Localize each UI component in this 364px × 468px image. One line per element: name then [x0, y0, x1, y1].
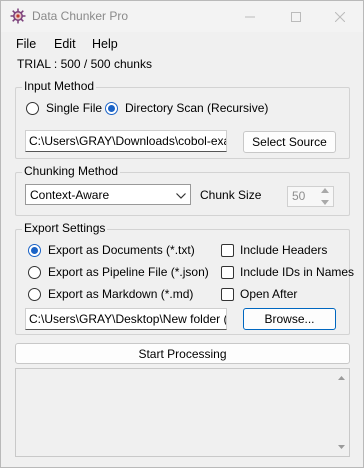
input-method-title: Input Method — [22, 79, 97, 93]
chunk-size-label: Chunk Size — [200, 188, 262, 202]
start-processing-button[interactable]: Start Processing — [15, 343, 350, 364]
export-documents-radio[interactable]: Export as Documents (*.txt) — [28, 243, 195, 257]
scroll-up-icon[interactable] — [334, 371, 349, 386]
chunking-method-group: Chunking Method Context-Aware Chunk Size… — [15, 164, 350, 216]
chunking-method-title: Chunking Method — [22, 164, 121, 178]
log-scrollbar[interactable] — [334, 369, 349, 456]
stepper-up-icon[interactable] — [321, 188, 329, 193]
chunk-size-value: 50 — [292, 189, 306, 203]
chunk-size-stepper[interactable]: 50 — [287, 186, 334, 207]
source-path-field[interactable]: C:\Users\GRAY\Downloads\cobol-examp — [25, 130, 227, 152]
open-after-label: Open After — [240, 287, 298, 301]
directory-scan-label: Directory Scan (Recursive) — [125, 101, 269, 115]
menu-bar: File Edit Help — [1, 34, 363, 54]
include-headers-checkbox[interactable]: Include Headers — [221, 243, 327, 257]
browse-button[interactable]: Browse... — [243, 308, 336, 330]
menu-file[interactable]: File — [16, 37, 36, 51]
title-bar[interactable]: Data Chunker Pro — [1, 1, 363, 32]
single-file-label: Single File — [46, 101, 103, 115]
export-markdown-radio-dot[interactable] — [28, 287, 41, 301]
export-documents-radio-dot[interactable] — [28, 243, 41, 257]
trial-status: TRIAL : 500 / 500 chunks — [17, 57, 152, 71]
main-window: Data Chunker Pro File Edit Help TRIAL : … — [0, 0, 364, 468]
input-method-group: Input Method Single File Directory Scan … — [15, 79, 350, 159]
menu-help[interactable]: Help — [92, 37, 118, 51]
chevron-down-icon — [176, 188, 186, 202]
stepper-down-icon[interactable] — [321, 200, 329, 205]
export-markdown-radio[interactable]: Export as Markdown (*.md) — [28, 287, 193, 301]
include-ids-checkbox[interactable]: Include IDs in Names — [221, 265, 354, 279]
include-headers-label: Include Headers — [240, 243, 328, 257]
chunking-method-value: Context-Aware — [30, 187, 110, 202]
include-headers-box[interactable] — [221, 243, 234, 257]
export-pipeline-label: Export as Pipeline File (*.json) — [48, 265, 209, 279]
minimize-icon[interactable] — [227, 1, 273, 32]
directory-scan-radio-dot[interactable] — [105, 101, 118, 115]
output-log[interactable] — [15, 368, 350, 457]
export-settings-title: Export Settings — [22, 221, 108, 235]
select-source-button[interactable]: Select Source — [243, 131, 336, 153]
single-file-radio[interactable]: Single File — [26, 101, 102, 115]
export-documents-label: Export as Documents (*.txt) — [48, 243, 195, 257]
window-title: Data Chunker Pro — [32, 9, 129, 23]
single-file-radio-dot[interactable] — [26, 101, 39, 115]
scroll-down-icon[interactable] — [334, 439, 349, 454]
output-path-field[interactable]: C:\Users\GRAY\Desktop\New folder (3) — [25, 308, 227, 330]
include-ids-label: Include IDs in Names — [240, 265, 355, 279]
app-gear-icon — [10, 8, 26, 24]
export-pipeline-radio-dot[interactable] — [28, 265, 41, 279]
export-pipeline-radio[interactable]: Export as Pipeline File (*.json) — [28, 265, 209, 279]
open-after-checkbox[interactable]: Open After — [221, 287, 297, 301]
close-icon[interactable] — [317, 1, 363, 32]
export-markdown-label: Export as Markdown (*.md) — [48, 287, 194, 301]
directory-scan-radio[interactable]: Directory Scan (Recursive) — [105, 101, 268, 115]
include-ids-box[interactable] — [221, 265, 234, 279]
open-after-box[interactable] — [221, 287, 234, 301]
chunking-method-select[interactable]: Context-Aware — [25, 184, 191, 205]
export-settings-group: Export Settings Export as Documents (*.t… — [15, 221, 354, 335]
menu-edit[interactable]: Edit — [54, 37, 76, 51]
maximize-icon[interactable] — [273, 1, 319, 32]
